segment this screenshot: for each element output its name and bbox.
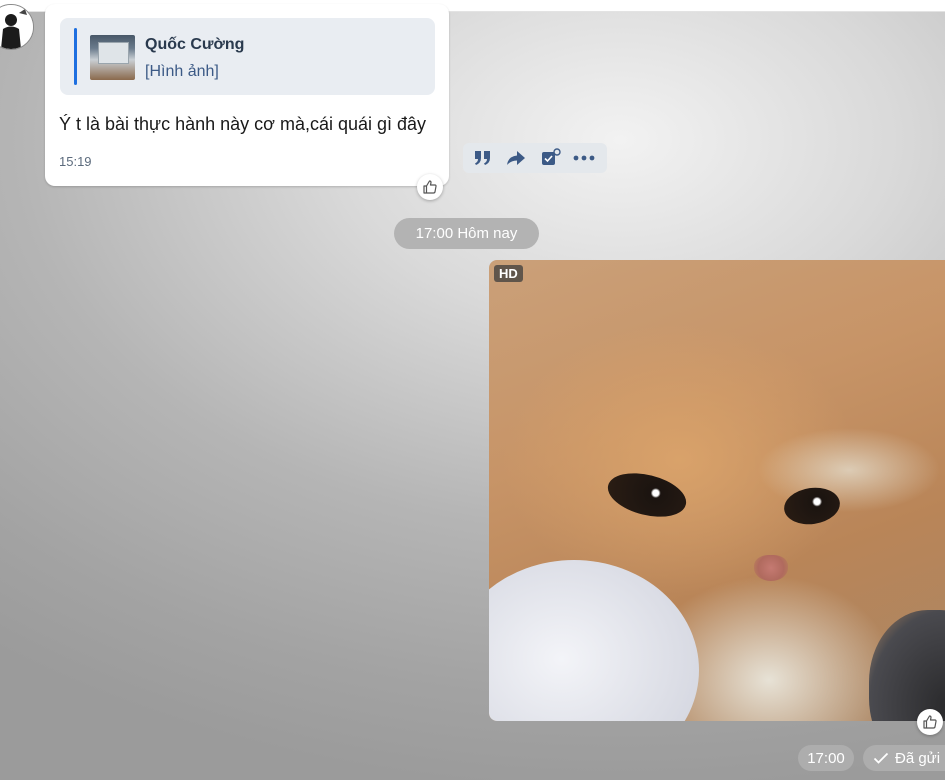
quote-icon	[475, 151, 490, 165]
photo-shadow	[869, 610, 945, 721]
photo-left-eye	[603, 465, 691, 525]
quoted-message[interactable]: Quốc Cường [Hình ảnh]	[60, 18, 435, 95]
create-task-icon	[542, 148, 561, 165]
hd-badge: HD	[494, 265, 523, 282]
create-task-button[interactable]	[539, 146, 563, 170]
avatar-figure-icon	[0, 5, 33, 49]
quoted-message-content: [Hình ảnh]	[145, 63, 219, 80]
more-icon	[573, 155, 595, 161]
thumbs-up-icon	[923, 715, 937, 729]
photo-right-eye	[781, 484, 843, 528]
like-reaction-button[interactable]	[417, 174, 443, 200]
photo-blanket	[489, 560, 699, 721]
thumbs-up-icon	[423, 180, 437, 194]
sent-status-label: Đã gửi	[895, 749, 941, 767]
quoted-sender-name: Quốc Cường	[145, 36, 245, 53]
sent-image[interactable]	[489, 260, 945, 721]
forward-icon	[507, 151, 525, 165]
message-action-bar	[463, 143, 607, 173]
sent-status: Đã gửi	[863, 745, 945, 771]
date-separator: 17:00 Hôm nay	[394, 218, 539, 249]
like-reaction-button-image[interactable]	[917, 709, 943, 735]
sent-time: 17:00	[798, 745, 854, 771]
message-time: 15:19	[59, 154, 92, 169]
received-message-bubble[interactable]: Quốc Cường [Hình ảnh] Ý t là bài thực hà…	[45, 4, 449, 186]
check-icon	[873, 752, 889, 764]
quote-accent-bar	[74, 28, 77, 85]
quote-button[interactable]	[471, 146, 495, 170]
forward-button[interactable]	[504, 146, 528, 170]
quoted-image-thumbnail	[90, 35, 135, 80]
message-text: Ý t là bài thực hành này cơ mà,cái quái …	[59, 114, 427, 134]
more-options-button[interactable]	[572, 146, 596, 170]
photo-nose	[754, 555, 788, 581]
